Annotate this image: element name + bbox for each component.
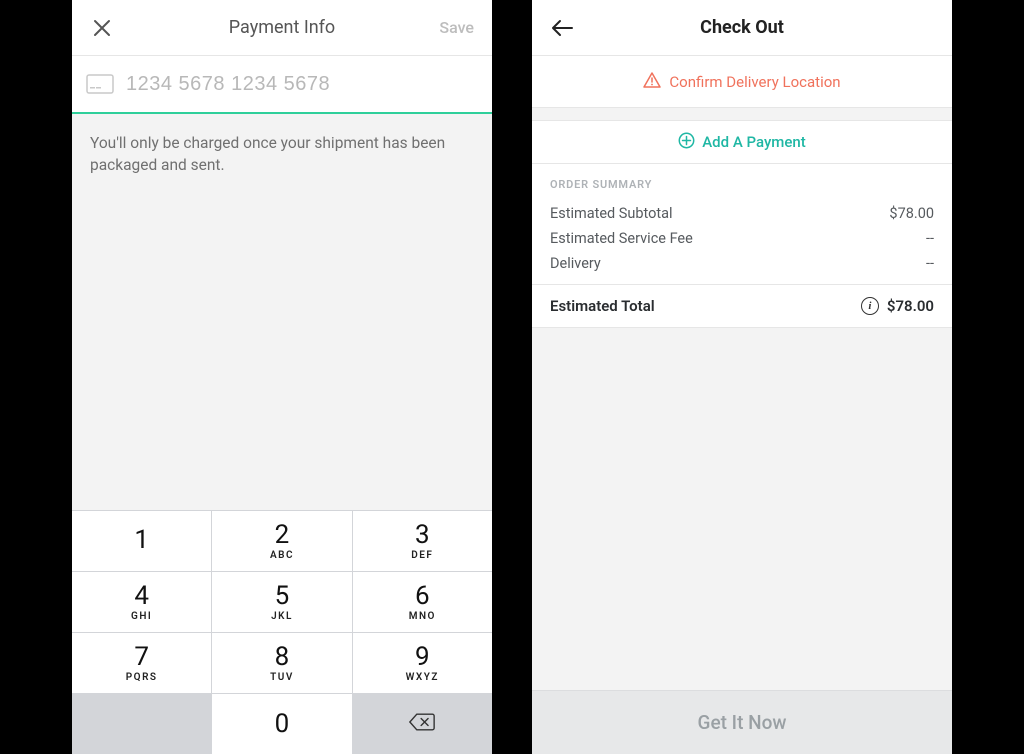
info-icon[interactable]: i: [861, 297, 879, 315]
summary-heading: ORDER SUMMARY: [550, 178, 934, 191]
backspace-icon: [409, 712, 435, 736]
delivery-value: --: [926, 255, 934, 272]
total-row: Estimated Total i $78.00: [532, 284, 952, 328]
page-title: Check Out: [532, 17, 952, 38]
confirm-location-row[interactable]: Confirm Delivery Location: [532, 56, 952, 108]
order-summary: ORDER SUMMARY Estimated Subtotal $78.00 …: [532, 164, 952, 284]
close-icon[interactable]: [90, 16, 114, 40]
subtotal-line: Estimated Subtotal $78.00: [550, 201, 934, 226]
subtotal-value: $78.00: [889, 205, 934, 222]
key-1[interactable]: 1: [72, 511, 211, 571]
warning-triangle-icon: [643, 72, 661, 92]
key-blank: [72, 694, 211, 754]
key-5[interactable]: 5JKL: [212, 572, 351, 632]
delivery-line: Delivery --: [550, 251, 934, 276]
key-0[interactable]: 0: [212, 694, 351, 754]
save-button[interactable]: Save: [439, 18, 474, 37]
key-4[interactable]: 4GHI: [72, 572, 211, 632]
get-it-now-button[interactable]: Get It Now: [532, 690, 952, 754]
subtotal-label: Estimated Subtotal: [550, 205, 673, 222]
key-3[interactable]: 3DEF: [353, 511, 492, 571]
servicefee-line: Estimated Service Fee --: [550, 226, 934, 251]
back-arrow-icon[interactable]: [550, 16, 574, 40]
backspace-key[interactable]: [353, 694, 492, 754]
card-input-row[interactable]: [72, 56, 492, 114]
page-title: Payment Info: [72, 17, 492, 38]
key-7[interactable]: 7PQRS: [72, 633, 211, 693]
add-payment-label: Add A Payment: [702, 133, 806, 151]
charge-info-text: You'll only be charged once your shipmen…: [72, 114, 492, 177]
payment-info-screen: Payment Info Save You'll only be charged…: [72, 0, 492, 754]
spacer: [72, 177, 492, 510]
key-8[interactable]: 8TUV: [212, 633, 351, 693]
key-6[interactable]: 6MNO: [353, 572, 492, 632]
add-payment-row[interactable]: Add A Payment: [532, 120, 952, 164]
credit-card-icon: [86, 74, 114, 94]
payment-header: Payment Info Save: [72, 0, 492, 56]
total-label: Estimated Total: [550, 297, 655, 315]
numeric-keypad: 1 2ABC 3DEF 4GHI 5JKL 6MNO 7PQRS 8TUV 9W…: [72, 510, 492, 754]
plus-circle-icon: [678, 132, 695, 153]
total-value: $78.00: [887, 297, 934, 315]
checkout-header: Check Out: [532, 0, 952, 56]
servicefee-label: Estimated Service Fee: [550, 230, 693, 247]
servicefee-value: --: [926, 230, 934, 247]
key-9[interactable]: 9WXYZ: [353, 633, 492, 693]
card-number-input[interactable]: [126, 73, 478, 96]
key-2[interactable]: 2ABC: [212, 511, 351, 571]
checkout-screen: Check Out Confirm Delivery Location Add …: [532, 0, 952, 754]
confirm-location-label: Confirm Delivery Location: [669, 73, 840, 91]
delivery-label: Delivery: [550, 255, 601, 272]
